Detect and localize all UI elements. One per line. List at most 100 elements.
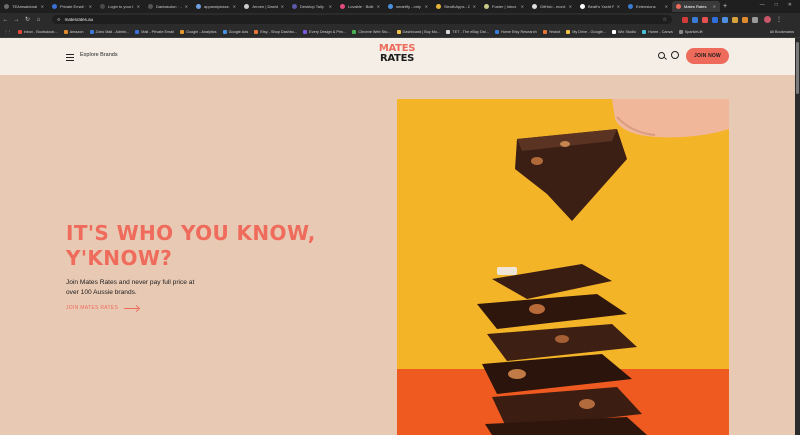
extension-icon[interactable] bbox=[732, 16, 738, 23]
bookmark-label: Home Etsy Research bbox=[500, 29, 537, 34]
account-icon[interactable] bbox=[671, 51, 679, 59]
bookmark-item[interactable]: My Drive - Google... bbox=[566, 29, 606, 34]
tab-title: Extensions bbox=[636, 4, 656, 9]
browser-tab[interactable]: Jeroen | Dashb...✕ bbox=[240, 1, 288, 12]
search-icon[interactable] bbox=[658, 52, 665, 59]
tab-close-icon[interactable]: ✕ bbox=[281, 4, 284, 9]
bookmark-label: Etsy - Shop Dashbo... bbox=[260, 29, 298, 34]
apps-icon[interactable]: ⋮⋮ bbox=[4, 29, 12, 34]
bookmark-item[interactable]: Mail - Private Email bbox=[135, 29, 174, 34]
reload-icon[interactable]: ↻ bbox=[22, 16, 33, 23]
bookmark-favicon-icon bbox=[17, 29, 22, 34]
bookmark-item[interactable]: Amazon bbox=[63, 29, 84, 34]
maximize-icon[interactable]: □ bbox=[775, 0, 778, 11]
profile-avatar[interactable] bbox=[764, 16, 771, 23]
hero-title-line-1: IT'S WHO YOU KNOW, bbox=[66, 221, 316, 245]
all-bookmarks-button[interactable]: All Bookmarks bbox=[770, 26, 794, 38]
bookmark-item[interactable]: Wix Studio bbox=[611, 29, 636, 34]
bookmark-item[interactable]: Dashboard | Buy Mo... bbox=[396, 29, 440, 34]
browser-tab[interactable]: smartify - only ...✕ bbox=[384, 1, 432, 12]
extensions-row bbox=[682, 16, 758, 23]
bookmark-item[interactable]: TET - The eBay Dst... bbox=[446, 29, 489, 34]
tab-close-icon[interactable]: ✕ bbox=[233, 4, 236, 9]
tab-close-icon[interactable]: ✕ bbox=[185, 4, 188, 9]
browser-tab[interactable]: SleuthApps - D...✕ bbox=[432, 1, 480, 12]
new-tab-button[interactable]: + bbox=[720, 3, 730, 10]
join-now-button[interactable]: JOIN NOW bbox=[686, 48, 729, 64]
bookmark-star-icon[interactable]: ☆ bbox=[663, 17, 667, 23]
extension-icon[interactable] bbox=[722, 16, 728, 23]
tab-title: Lovable · Built... bbox=[348, 4, 374, 9]
url-text[interactable]: matesrates.au bbox=[65, 17, 94, 22]
extension-icon[interactable] bbox=[712, 16, 718, 23]
tab-close-icon[interactable]: ✕ bbox=[521, 4, 524, 9]
browser-tab[interactable]: TEAmsaldoral | ...✕ bbox=[0, 1, 48, 12]
bookmark-item[interactable]: Home - Canva bbox=[642, 29, 673, 34]
tab-close-icon[interactable]: ✕ bbox=[377, 4, 380, 9]
menu-icon[interactable] bbox=[66, 54, 74, 63]
browser-menu-icon[interactable]: ⋮ bbox=[776, 16, 782, 23]
bookmark-item[interactable]: Google - Analytics bbox=[179, 29, 217, 34]
extension-icon[interactable] bbox=[742, 16, 748, 23]
bookmark-item[interactable]: Google Ads bbox=[222, 29, 248, 34]
tab-close-icon[interactable]: ✕ bbox=[713, 4, 716, 9]
tab-title: Desktop Tally bbox=[300, 4, 324, 9]
extension-icon[interactable] bbox=[752, 16, 758, 23]
browser-tab[interactable]: GitHub - mont... ✕ bbox=[528, 1, 576, 12]
browser-tab[interactable]: Lovable · Built...✕ bbox=[336, 1, 384, 12]
browser-tab[interactable]: Extensions ✕ bbox=[624, 1, 672, 12]
arrow-right-icon bbox=[124, 307, 139, 309]
bookmark-item[interactable]: Inbox - Bootsdoub... bbox=[17, 29, 58, 34]
tab-close-icon[interactable]: ✕ bbox=[617, 4, 620, 9]
tab-close-icon[interactable]: ✕ bbox=[89, 4, 92, 9]
bookmark-item[interactable]: Etsy - Shop Dashbo... bbox=[254, 29, 298, 34]
tab-close-icon[interactable]: ✕ bbox=[41, 4, 44, 9]
bookmark-item[interactable]: Home Etsy Research bbox=[494, 29, 537, 34]
tab-close-icon[interactable]: ✕ bbox=[569, 4, 572, 9]
bookmark-item[interactable]: SparkleLift bbox=[678, 29, 703, 34]
extension-icon[interactable] bbox=[702, 16, 708, 23]
tab-favicon-icon bbox=[292, 4, 297, 9]
browser-tab[interactable]: Dantasuton · ... ✕ bbox=[144, 1, 192, 12]
back-icon[interactable]: ← bbox=[0, 17, 11, 23]
browser-tab[interactable]: Desktop Tally ✕ bbox=[288, 1, 336, 12]
scrollbar-thumb[interactable] bbox=[796, 42, 799, 94]
browser-tab[interactable]: Private Email · ...✕ bbox=[48, 1, 96, 12]
tab-title: Login to your I... bbox=[108, 4, 134, 9]
bookmark-label: Chrome Web Sto... bbox=[358, 29, 391, 34]
extension-icon[interactable] bbox=[692, 16, 698, 23]
tab-close-icon[interactable]: ✕ bbox=[665, 4, 668, 9]
home-icon[interactable]: ⌂ bbox=[33, 17, 44, 23]
page-viewport: Explore Brands MATES RATES JOIN NOW IT'S… bbox=[0, 38, 795, 435]
browser-tab[interactable]: Beatt's Yacht Re...✕ bbox=[576, 1, 624, 12]
bookmark-favicon-icon bbox=[135, 29, 140, 34]
bookmark-favicon-icon bbox=[89, 29, 94, 34]
minimize-icon[interactable]: — bbox=[760, 0, 765, 11]
bookmark-item[interactable]: Yesbot bbox=[542, 29, 560, 34]
tab-close-icon[interactable]: ✕ bbox=[425, 4, 428, 9]
extension-icon[interactable] bbox=[682, 16, 688, 23]
browser-tab[interactable]: Login to your I...✕ bbox=[96, 1, 144, 12]
hero-subtitle: Join Mates Rates and never pay full pric… bbox=[66, 279, 195, 296]
tab-close-icon[interactable]: ✕ bbox=[137, 4, 140, 9]
site-info-icon[interactable]: ⚙ bbox=[57, 17, 61, 22]
bookmark-item[interactable]: Chrome Web Sto... bbox=[352, 29, 391, 34]
join-mates-rates-link[interactable]: JOIN MATES RATES bbox=[66, 305, 139, 311]
tab-close-icon[interactable]: ✕ bbox=[329, 4, 332, 9]
tab-close-icon[interactable]: ✕ bbox=[473, 4, 476, 9]
mates-rates-logo[interactable]: MATES RATES bbox=[372, 44, 422, 64]
explore-brands-link[interactable]: Explore Brands bbox=[80, 52, 118, 58]
browser-tab[interactable]: Foster | Inbox ✕ bbox=[480, 1, 528, 12]
tab-favicon-icon bbox=[676, 4, 681, 9]
chocolate-stack-illustration bbox=[397, 99, 729, 435]
browser-tab[interactable]: apparatpicsse... ✕ bbox=[192, 1, 240, 12]
bookmark-item[interactable]: Zoho Mail - Admin... bbox=[89, 29, 129, 34]
tab-title: Beatt's Yacht Re... bbox=[588, 4, 614, 9]
bookmark-item[interactable]: Every Design & Prin... bbox=[303, 29, 346, 34]
page-scrollbar[interactable] bbox=[795, 38, 800, 435]
browser-tab[interactable]: Mates Rates ✕ bbox=[672, 1, 720, 12]
address-bar[interactable]: ⚙ matesrates.au ☆ bbox=[52, 15, 672, 24]
close-window-icon[interactable]: ✕ bbox=[788, 0, 792, 11]
bookmark-favicon-icon bbox=[678, 29, 683, 34]
forward-icon[interactable]: → bbox=[11, 17, 22, 23]
